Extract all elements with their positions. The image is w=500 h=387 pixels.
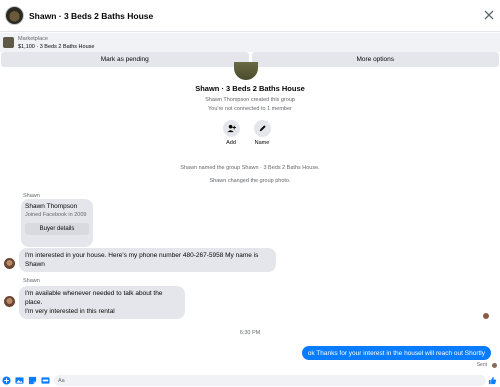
message-line: I'm very interested in this rental [25, 308, 115, 315]
more-options-button[interactable]: More options [251, 52, 499, 67]
name-group-action[interactable]: Name [247, 120, 277, 146]
group-name: Shawn · 3 Beds 2 Baths House [195, 84, 305, 93]
listing-info: Marketplace $1,100 · 3 Beds 2 Baths Hous… [18, 35, 94, 51]
image-icon[interactable] [15, 376, 24, 385]
marketplace-label: Marketplace [18, 35, 48, 42]
listing-price-title: $1,100 · 3 Beds 2 Baths House [18, 43, 95, 50]
group-avatar[interactable] [5, 6, 24, 25]
read-receipt-avatar [483, 313, 489, 319]
incoming-message: I'm available whenever needed to talk ab… [19, 286, 185, 319]
plus-circle-icon[interactable] [2, 376, 11, 385]
sender-avatar[interactable] [4, 296, 15, 307]
group-photo [234, 62, 258, 80]
listing-thumbnail [3, 37, 14, 48]
profile-name[interactable]: Shawn Thompson [25, 203, 89, 210]
group-connection-text: You're not connected to 1 member [208, 106, 292, 112]
sent-status: Sent [476, 362, 487, 368]
system-message: Shawn named the group Shawn · 3 Beds 2 B… [180, 165, 320, 171]
add-person-icon [222, 120, 240, 137]
sticker-icon[interactable] [28, 376, 37, 385]
sender-avatar[interactable] [4, 258, 15, 269]
marketplace-listing-bar[interactable]: Marketplace $1,100 · 3 Beds 2 Baths Hous… [0, 33, 500, 52]
close-icon[interactable] [483, 9, 495, 21]
message-composer: Aa [0, 374, 500, 387]
messenger-chat-window: Shawn · 3 Beds 2 Baths House Marketplace… [0, 0, 500, 387]
buyer-details-button[interactable]: Buyer details [25, 223, 89, 235]
pencil-icon [253, 120, 271, 137]
gif-icon[interactable] [41, 376, 50, 385]
mark-as-pending-button[interactable]: Mark as pending [1, 52, 249, 67]
name-label: Name [254, 140, 270, 146]
outgoing-message: ok Thanks for your interest in the house… [301, 346, 491, 360]
group-created-text: Shawn Thompson created this group [205, 97, 295, 103]
message-line: I'm interested in your house. Here's my … [25, 252, 259, 259]
message-input[interactable]: Aa [54, 375, 486, 386]
profile-card: Shawn Thompson Joined Facebook in 2009 B… [21, 199, 93, 247]
add-member-action[interactable]: Add [216, 120, 246, 146]
message-line: Shawn [25, 261, 45, 268]
incoming-message: I'm interested in your house. Here's my … [19, 248, 276, 272]
seen-avatar [492, 363, 497, 368]
profile-joined: Joined Facebook in 2009 [25, 212, 87, 218]
system-message: Shawn changed the group photo. [209, 178, 291, 184]
chat-header: Shawn · 3 Beds 2 Baths House [0, 0, 500, 32]
add-label: Add [226, 140, 236, 146]
chat-title[interactable]: Shawn · 3 Beds 2 Baths House [29, 11, 153, 21]
message-timestamp: 6:30 PM [239, 330, 261, 336]
thumbs-up-icon[interactable] [488, 376, 497, 385]
message-line: I'm available whenever needed to talk ab… [25, 290, 163, 306]
sender-name: Shawn [23, 278, 40, 284]
